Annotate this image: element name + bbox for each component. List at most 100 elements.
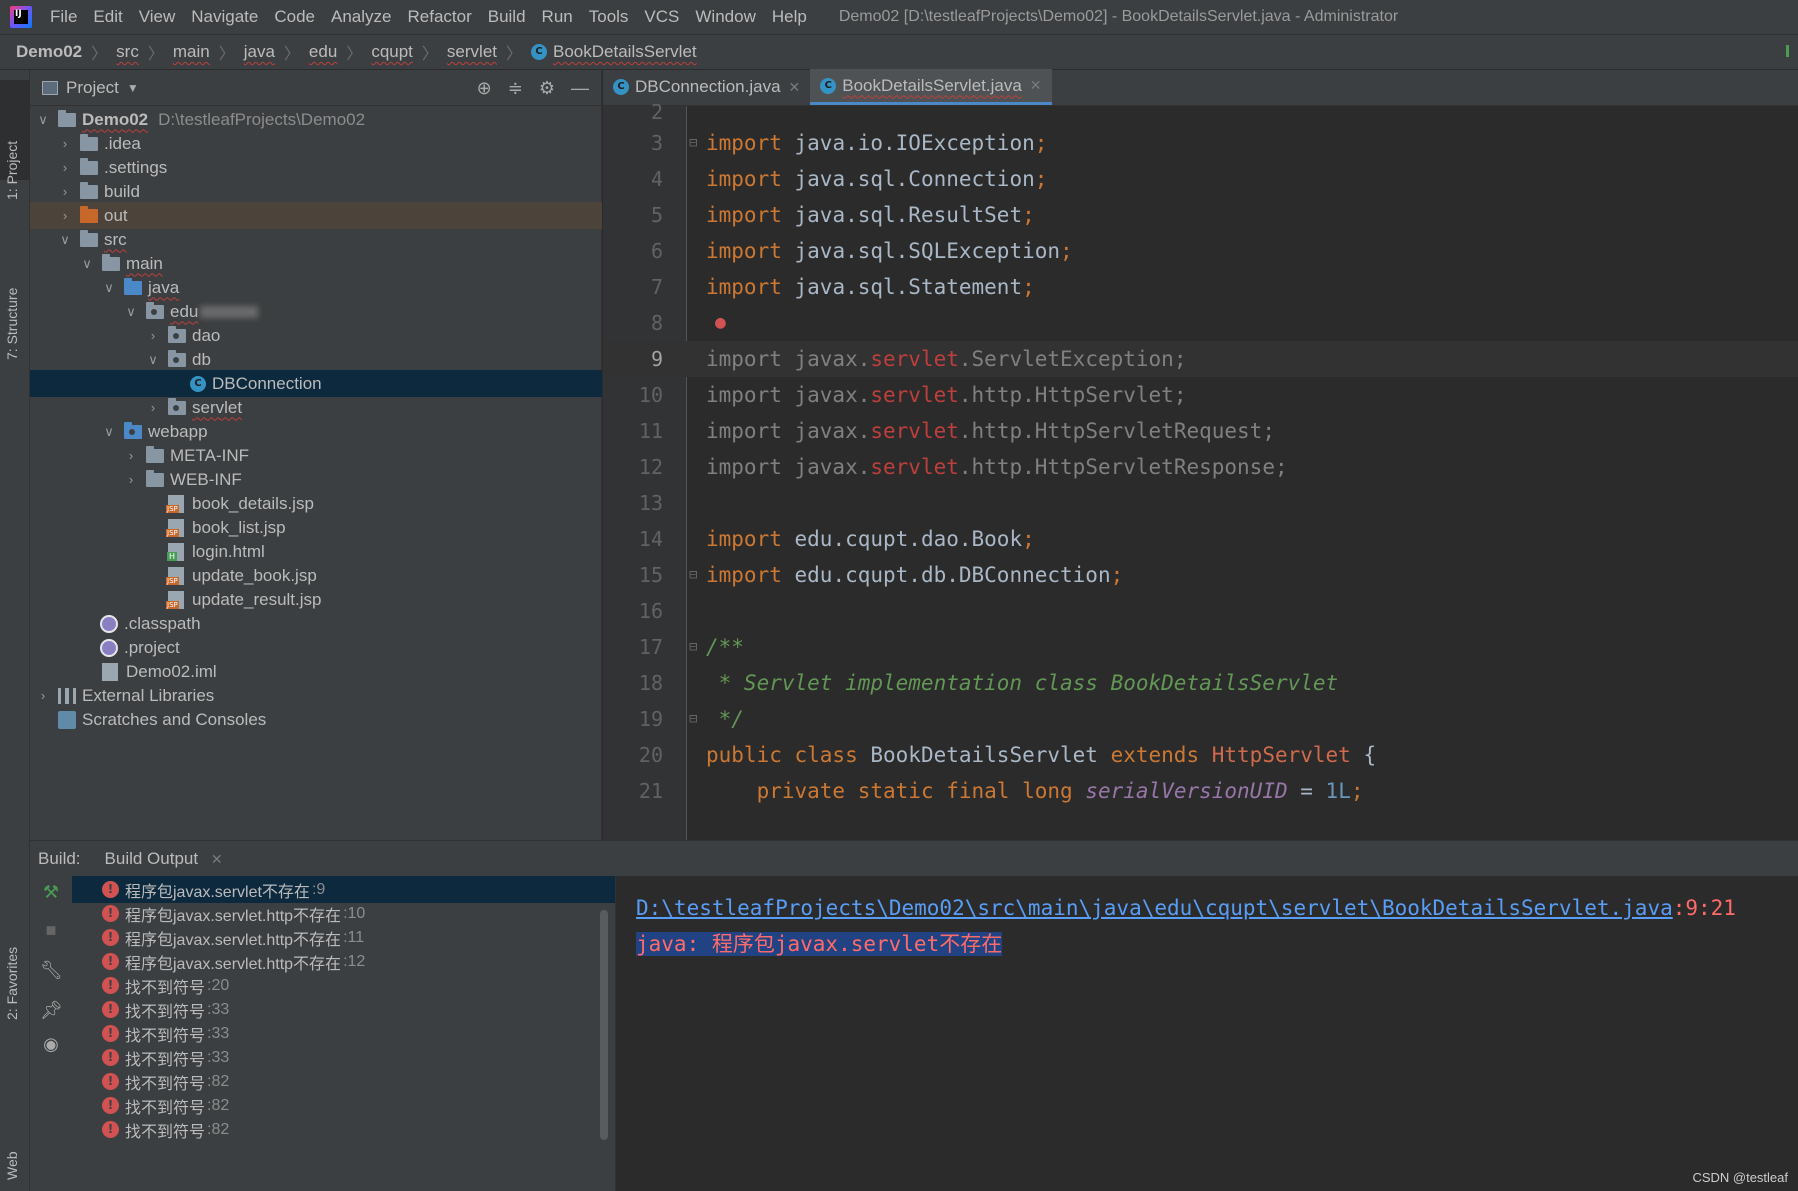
build-error-row[interactable]: ! 找不到符号:82: [72, 1092, 615, 1119]
chevron-right-icon[interactable]: ›: [146, 328, 160, 343]
chevron-right-icon[interactable]: ›: [124, 472, 138, 487]
chevron-right-icon[interactable]: ›: [146, 400, 160, 415]
build-error-row[interactable]: ! 找不到符号:33: [72, 1044, 615, 1071]
menu-window[interactable]: Window: [687, 7, 763, 27]
chevron-right-icon[interactable]: ›: [36, 688, 50, 703]
build-error-row[interactable]: ! 程序包javax.servlet不存在:9: [72, 876, 615, 903]
tree-item-src[interactable]: ∨ src: [30, 226, 602, 253]
chevron-down-icon[interactable]: ∨: [146, 352, 160, 368]
breadcrumb-item-class[interactable]: BookDetailsServlet: [553, 42, 697, 62]
locate-icon[interactable]: ⊕: [477, 78, 492, 99]
project-panel-title[interactable]: Project: [66, 78, 119, 98]
tab-build-output[interactable]: Build Output ✕: [105, 849, 223, 869]
menu-build[interactable]: Build: [480, 7, 534, 27]
tree-item-settings[interactable]: › .settings: [30, 154, 602, 181]
tree-item-servlet[interactable]: › servlet: [30, 394, 602, 421]
close-icon[interactable]: ✕: [1030, 77, 1042, 94]
chevron-down-icon[interactable]: ∨: [58, 232, 72, 248]
web-tool-label[interactable]: Web: [4, 1151, 20, 1180]
chevron-down-icon[interactable]: ∨: [102, 280, 116, 296]
build-error-row[interactable]: ! 程序包javax.servlet.http不存在:12: [72, 948, 615, 975]
chevron-right-icon[interactable]: ›: [124, 448, 138, 463]
breadcrumb-item-edu[interactable]: edu: [309, 42, 337, 62]
wrench-icon[interactable]: 🔧︎: [40, 960, 63, 982]
menu-code[interactable]: Code: [266, 7, 323, 27]
chevron-down-icon[interactable]: ∨: [124, 304, 138, 320]
build-list-scrollbar[interactable]: [600, 910, 608, 1140]
tree-item-iml[interactable]: Demo02.iml: [30, 658, 602, 685]
tree-item-meta-inf[interactable]: › META-INF: [30, 442, 602, 469]
chevron-right-icon[interactable]: ›: [58, 160, 72, 175]
structure-tool-label[interactable]: 7: Structure: [4, 288, 20, 360]
tree-item-web-inf[interactable]: › WEB-INF: [30, 466, 602, 493]
tree-item-scratches[interactable]: Scratches and Consoles: [30, 706, 602, 733]
tree-item-db[interactable]: ∨ db: [30, 346, 602, 373]
tree-item-build[interactable]: › build: [30, 178, 602, 205]
tree-item-book-details-jsp[interactable]: book_details.jsp: [30, 490, 602, 517]
tree-item-idea[interactable]: › .idea: [30, 130, 602, 157]
hammer-icon[interactable]: ⚒: [40, 882, 62, 904]
breadcrumb-item-cqupt[interactable]: cqupt: [371, 42, 413, 62]
error-bulb-icon[interactable]: ●: [715, 305, 726, 341]
build-error-row[interactable]: ! 找不到符号:82: [72, 1068, 615, 1095]
tree-item-webapp[interactable]: ∨ webapp: [30, 418, 602, 445]
stop-icon[interactable]: ■: [40, 920, 62, 942]
tree-item-book-list-jsp[interactable]: book_list.jsp: [30, 514, 602, 541]
chevron-right-icon[interactable]: ›: [58, 208, 72, 223]
chevron-right-icon[interactable]: ›: [58, 136, 72, 151]
chevron-down-icon[interactable]: ∨: [80, 256, 94, 272]
chevron-down-icon[interactable]: ▼: [127, 81, 139, 95]
fold-icon[interactable]: ⊟: [689, 557, 697, 593]
tree-item-dao[interactable]: › dao: [30, 322, 602, 349]
menu-refactor[interactable]: Refactor: [399, 7, 479, 27]
tree-item-main[interactable]: ∨ main: [30, 250, 602, 277]
tree-item-dbconnection[interactable]: C DBConnection: [30, 370, 602, 397]
menu-navigate[interactable]: Navigate: [183, 7, 266, 27]
fold-icon[interactable]: ⊟: [689, 629, 697, 665]
tree-item-edu[interactable]: ∨ edu: [30, 298, 602, 325]
menu-vcs[interactable]: VCS: [636, 7, 687, 27]
breadcrumb-item-main[interactable]: main: [173, 42, 210, 62]
gear-icon[interactable]: ⚙: [539, 78, 555, 99]
tree-item-java[interactable]: ∨ java: [30, 274, 602, 301]
chevron-right-icon[interactable]: ›: [58, 184, 72, 199]
pin-icon[interactable]: 📌︎: [40, 1000, 63, 1022]
fold-icon[interactable]: ⊟: [689, 701, 697, 737]
tree-item-update-book-jsp[interactable]: update_book.jsp: [30, 562, 602, 589]
tree-item-update-result-jsp[interactable]: update_result.jsp: [30, 586, 602, 613]
tree-item-external-libraries[interactable]: › External Libraries: [30, 682, 602, 709]
tree-item-project-root[interactable]: ∨ Demo02 D:\testleafProjects\Demo02: [30, 106, 602, 133]
build-error-row[interactable]: ! 找不到符号:20: [72, 972, 615, 999]
hide-icon[interactable]: —: [571, 78, 589, 99]
breadcrumb-item-servlet[interactable]: servlet: [447, 42, 497, 62]
menu-analyze[interactable]: Analyze: [323, 7, 399, 27]
build-error-row[interactable]: ! 找不到符号:33: [72, 996, 615, 1023]
tree-item-classpath[interactable]: .classpath: [30, 610, 602, 637]
menu-run[interactable]: Run: [534, 7, 581, 27]
build-error-row[interactable]: ! 程序包javax.servlet.http不存在:10: [72, 900, 615, 927]
close-icon[interactable]: ✕: [789, 79, 801, 96]
menu-file[interactable]: File: [42, 7, 85, 27]
build-error-row[interactable]: ! 找不到符号:33: [72, 1020, 615, 1047]
code-area[interactable]: 2 3 ⊟ import java.io.IOException; 4 import …: [603, 100, 1798, 840]
tree-item-login-html[interactable]: login.html: [30, 538, 602, 565]
output-file-link[interactable]: D:\testleafProjects\Demo02\src\main\java…: [636, 896, 1673, 920]
breadcrumb-item-project[interactable]: Demo02: [16, 42, 82, 62]
project-tool-label[interactable]: 1: Project: [4, 141, 20, 200]
chevron-down-icon[interactable]: ∨: [102, 424, 116, 440]
menu-help[interactable]: Help: [764, 7, 815, 27]
menu-tools[interactable]: Tools: [581, 7, 637, 27]
build-error-row[interactable]: ! 程序包javax.servlet.http不存在:11: [72, 924, 615, 951]
build-output-console[interactable]: D:\testleafProjects\Demo02\src\main\java…: [616, 876, 1798, 1191]
close-icon[interactable]: ✕: [211, 851, 223, 867]
chevron-down-icon[interactable]: ∨: [36, 112, 50, 128]
breadcrumb-item-src[interactable]: src: [116, 42, 139, 62]
fold-icon[interactable]: ⊟: [689, 125, 697, 161]
menu-view[interactable]: View: [131, 7, 184, 27]
menu-edit[interactable]: Edit: [85, 7, 130, 27]
breadcrumb-item-java[interactable]: java: [244, 42, 275, 62]
favorites-tool-label[interactable]: 2: Favorites: [4, 947, 20, 1020]
tree-item-project-file[interactable]: .project: [30, 634, 602, 661]
collapse-all-icon[interactable]: ≑: [508, 78, 523, 99]
build-error-row[interactable]: ! 找不到符号:82: [72, 1116, 615, 1143]
